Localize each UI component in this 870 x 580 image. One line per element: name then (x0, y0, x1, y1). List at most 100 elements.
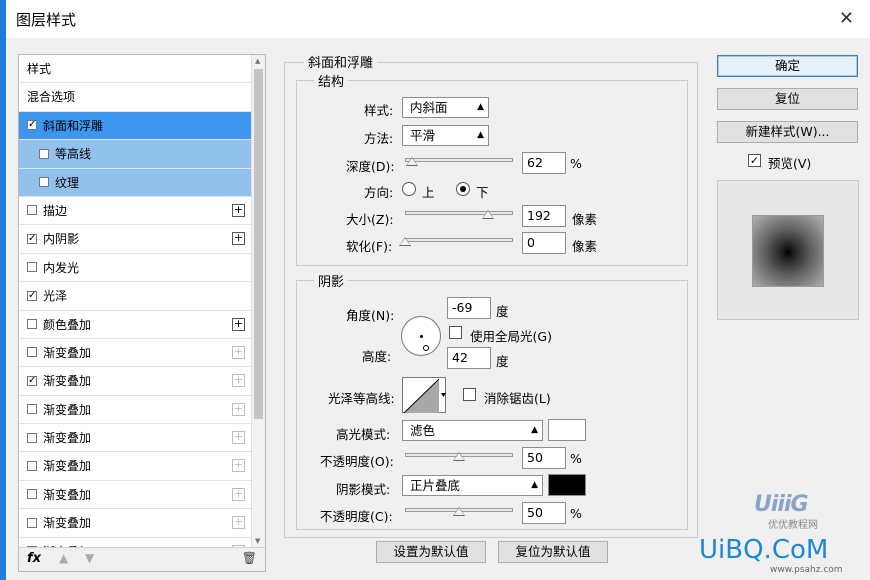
style-checkbox[interactable]: ✓ (27, 290, 37, 301)
style-checkbox[interactable] (27, 262, 37, 273)
angle-dial[interactable] (401, 316, 441, 356)
style-checkbox[interactable] (27, 347, 37, 358)
preview-checkbox[interactable]: ✓ (748, 154, 761, 167)
style-checkbox[interactable] (27, 517, 37, 528)
highlight-mode-dropdown[interactable]: 滤色 ▲ (402, 420, 543, 441)
depth-slider-thumb[interactable] (405, 157, 418, 166)
shadow-opacity-thumb[interactable] (453, 507, 465, 516)
shadow-mode-dropdown[interactable]: 正片叠底 ▲ (402, 475, 543, 496)
style-list-item[interactable]: ✓ 渐变叠加 + (19, 367, 251, 396)
size-slider[interactable] (405, 211, 513, 215)
style-list-item[interactable]: 样式 (19, 55, 251, 84)
trash-icon[interactable]: 🗑 (242, 551, 257, 565)
scroll-up-icon[interactable]: ▲ (255, 57, 260, 65)
close-icon[interactable]: ✕ (839, 8, 854, 29)
soften-slider-thumb[interactable] (399, 237, 411, 246)
move-down-icon[interactable]: ▼ (85, 551, 94, 565)
highlight-opacity-input[interactable]: 50 (522, 447, 566, 469)
highlight-mode-value: 滤色 (410, 423, 436, 438)
style-list-item[interactable]: 渐变叠加+ (19, 424, 251, 453)
size-slider-thumb[interactable] (482, 210, 495, 219)
add-effect-icon[interactable]: + (232, 317, 245, 331)
style-checkbox[interactable] (27, 432, 37, 443)
add-effect-icon[interactable]: + (232, 345, 245, 359)
direction-up-radio[interactable] (402, 182, 416, 196)
style-list-item[interactable]: 渐变叠加+ (19, 338, 251, 368)
style-list-item[interactable]: 混合选项 (19, 83, 251, 112)
reset-default-button[interactable]: 复位为默认值 (498, 541, 608, 563)
style-list-item[interactable]: ✓ 内阴影 + (19, 225, 251, 254)
structure-title: 结构 (314, 71, 349, 90)
fx-icon[interactable]: fx (27, 551, 41, 566)
preview-label: 预览(V) (768, 156, 812, 171)
depth-slider[interactable] (405, 158, 513, 162)
move-up-icon[interactable]: ▲ (59, 551, 68, 565)
style-list-item-label: 渐变叠加 (43, 374, 92, 389)
gloss-contour-picker[interactable] (402, 377, 446, 414)
soften-slider[interactable] (405, 238, 513, 242)
add-effect-icon[interactable]: + (232, 203, 245, 217)
highlight-opacity-unit: % (570, 451, 582, 466)
altitude-input[interactable]: 42 (447, 347, 491, 369)
scroll-down-icon[interactable]: ▼ (255, 537, 260, 545)
style-list-item[interactable]: 描边 + (19, 196, 251, 226)
style-list-item-label: 渐变叠加 (43, 516, 92, 531)
soften-input[interactable]: 0 (522, 232, 566, 254)
style-checkbox[interactable]: ✓ (27, 375, 37, 386)
add-effect-icon[interactable]: + (232, 431, 245, 445)
style-list-scrollbar[interactable]: ▲ ▼ (251, 55, 265, 547)
preview-thumbnail (752, 215, 824, 287)
style-list-item[interactable]: 渐变叠加+ (19, 452, 251, 481)
style-list-item[interactable]: 渐变叠加+ (19, 395, 251, 425)
shadow-opacity-input[interactable]: 50 (522, 502, 566, 524)
style-list-item-label: 内阴影 (43, 232, 80, 247)
scroll-thumb[interactable] (254, 69, 263, 419)
antialias-checkbox[interactable] (463, 388, 476, 401)
reset-button[interactable]: 复位 (717, 88, 858, 110)
style-checkbox[interactable] (39, 177, 49, 188)
size-input[interactable]: 192 (522, 205, 566, 227)
style-checkbox[interactable] (27, 460, 37, 471)
global-light-checkbox[interactable] (449, 326, 462, 339)
add-effect-icon[interactable]: + (232, 459, 245, 473)
add-effect-icon[interactable]: + (232, 487, 245, 501)
technique-dropdown[interactable]: 平滑 ▲ (402, 125, 489, 146)
depth-input[interactable]: 62 (522, 152, 566, 174)
style-list-item[interactable]: ✓ 斜面和浮雕 (19, 111, 251, 141)
new-style-button[interactable]: 新建样式(W)... (717, 121, 858, 143)
set-default-button[interactable]: 设置为默认值 (376, 541, 486, 563)
style-list-item[interactable]: 等高线 (19, 140, 251, 169)
style-list-item[interactable]: 纹理 (19, 168, 251, 197)
style-checkbox[interactable] (39, 148, 49, 159)
style-list-item[interactable]: 渐变叠加+ (19, 537, 251, 547)
style-checkbox[interactable] (27, 319, 37, 330)
highlight-opacity-thumb[interactable] (453, 452, 465, 461)
style-list-item[interactable]: 内发光 (19, 253, 251, 283)
altitude-label: 高度: (362, 349, 392, 364)
direction-down-radio[interactable] (456, 182, 470, 196)
highlight-color-swatch[interactable] (548, 419, 586, 441)
add-effect-icon[interactable]: + (232, 402, 245, 416)
title-bar: 图层样式 ✕ (6, 0, 870, 38)
shadow-color-swatch[interactable] (548, 474, 586, 496)
style-list-item[interactable]: 渐变叠加+ (19, 480, 251, 510)
ok-button[interactable]: 确定 (717, 55, 858, 77)
angle-input[interactable]: -69 (447, 297, 491, 319)
style-checkbox[interactable] (27, 205, 37, 216)
add-effect-icon[interactable]: + (232, 516, 245, 530)
style-dropdown[interactable]: 内斜面 ▲ (402, 97, 489, 118)
style-list-item[interactable]: ✓ 光泽 (19, 282, 251, 311)
add-effect-icon[interactable]: + (232, 374, 245, 388)
gloss-contour-label: 光泽等高线: (328, 391, 395, 406)
style-checkbox[interactable]: ✓ (27, 233, 37, 244)
shadow-mode-value: 正片叠底 (410, 478, 461, 493)
technique-label: 方法: (364, 131, 394, 146)
style-list-item[interactable]: 颜色叠加 + (19, 310, 251, 339)
style-checkbox[interactable] (27, 404, 37, 415)
direction-label: 方向: (364, 185, 394, 200)
style-checkbox[interactable]: ✓ (27, 120, 37, 131)
style-list-item[interactable]: 渐变叠加 + (19, 509, 251, 538)
direction-down-label: 下 (476, 185, 489, 200)
add-effect-icon[interactable]: + (232, 232, 245, 246)
style-checkbox[interactable] (27, 489, 37, 500)
